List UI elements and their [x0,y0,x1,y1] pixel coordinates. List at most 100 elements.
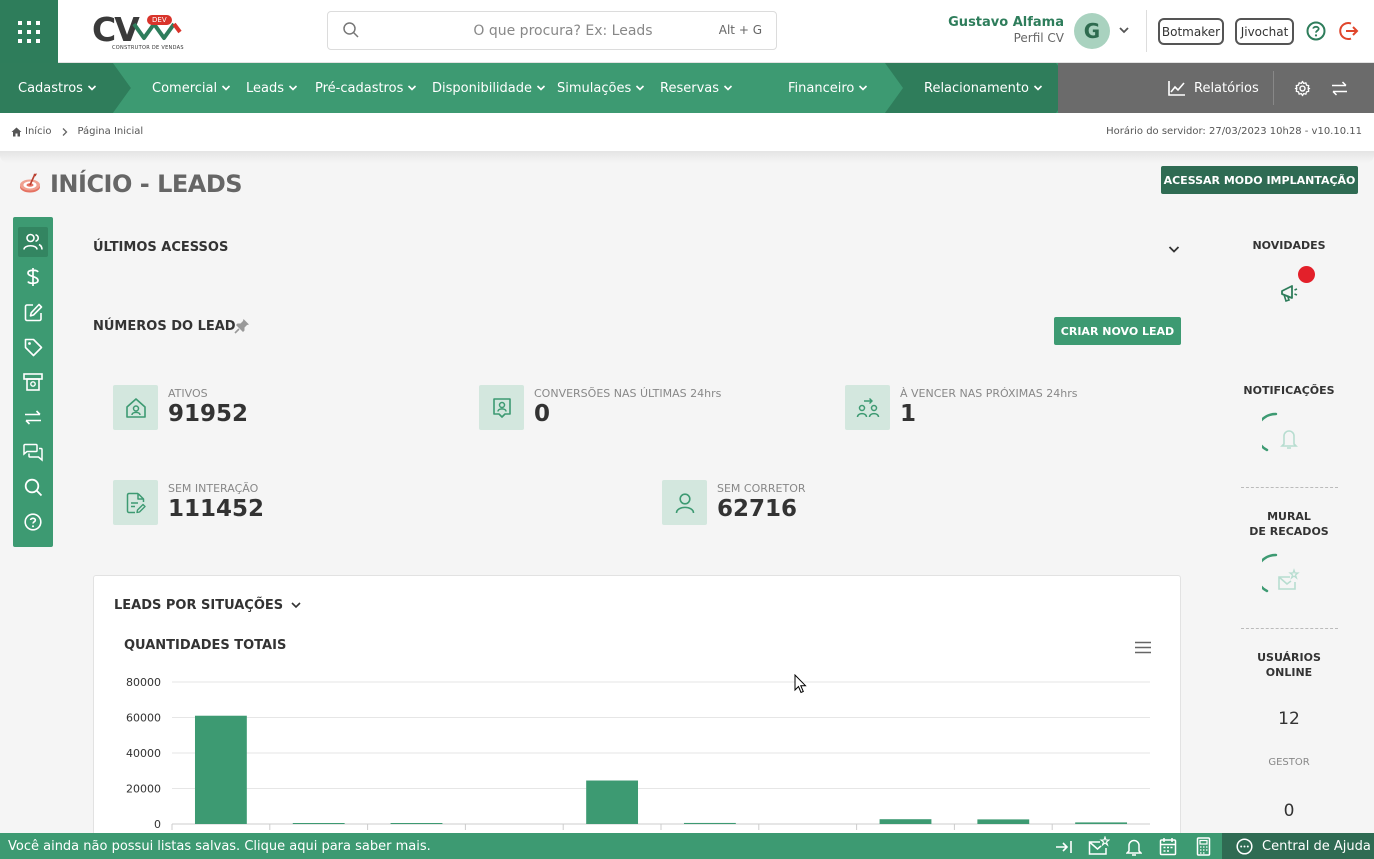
sidebar-help[interactable] [18,507,48,537]
nav-reservas[interactable]: Reservas [660,63,733,113]
nav-relatorios[interactable]: Relatórios [1168,63,1259,113]
stat-icon-box [662,480,707,525]
nav-simulacoes[interactable]: Simulações [557,63,645,113]
chart-bar[interactable] [390,823,443,824]
gear-icon[interactable] [1294,80,1311,97]
apps-grid-button[interactable] [0,0,58,63]
home-icon[interactable] [11,127,22,137]
sidebar-search[interactable] [18,472,48,502]
megaphone-icon[interactable] [1280,283,1300,303]
user-badge-icon [492,397,511,418]
stat-label: SEM CORRETOR [717,482,806,495]
main-nav: Cadastros Comercial Leads Pré-cadastros … [0,63,1374,113]
gestor-count: 0 [1283,801,1295,821]
chevron-down-icon[interactable] [1168,245,1180,254]
chart-bar[interactable] [1075,822,1128,824]
dev-badge: DEV [147,15,172,25]
nav-financeiro[interactable]: Financeiro [788,63,868,113]
news-title: NOVIDADES [1252,239,1326,252]
search-input[interactable] [368,20,698,42]
chevron-down-icon [408,85,417,91]
avatar[interactable]: G [1074,13,1110,49]
chevron-down-icon [291,602,301,609]
nav-cadastros[interactable]: Cadastros [18,63,97,113]
divider [1146,10,1147,52]
user-icon [675,492,694,513]
chevron-down-icon [536,85,546,91]
stat-value: 1 [900,401,917,427]
chevron-down-icon [723,85,733,91]
server-time: Horário do servidor: 27/03/2023 10h28 - … [1106,126,1362,137]
arrow-to-right-icon[interactable] [1055,840,1073,854]
top-header: CV DEV CONSTRUTOR DE VENDAS Alt + G Gust… [0,0,1374,63]
chart-bar[interactable] [977,819,1030,824]
breadcrumb-bar: Início Página Inicial Horário do servido… [0,113,1374,151]
y-tick-label: 40000 [126,747,161,760]
chevron-down-icon[interactable] [1118,25,1130,35]
jivochat-button[interactable]: Jivochat [1235,18,1294,45]
document-edit-icon [126,492,146,513]
stat-icon-box [113,385,158,430]
chart-bar[interactable] [292,823,345,824]
nav-relacionamento[interactable]: Relacionamento [924,63,1043,113]
chevron-down-icon [636,85,645,91]
logout-icon[interactable] [1338,20,1360,42]
help-icon[interactable] [1306,21,1326,41]
nav-pre-cadastros[interactable]: Pré-cadastros [315,63,417,113]
help-center-button[interactable]: Central de Ajuda [1222,833,1374,859]
stat-value: 111452 [168,496,265,522]
lead-numbers-title: NÚMEROS DO LEAD [93,319,236,334]
breadcrumb-home[interactable]: Início [25,126,51,137]
search-icon [24,478,42,496]
chart-bar[interactable] [194,715,247,824]
logo-text: CV [92,10,140,49]
bell-icon[interactable] [1126,838,1142,856]
chat-icon [23,443,43,462]
nav-comercial[interactable]: Comercial [152,63,231,113]
divider [1273,71,1274,105]
bottom-bar: Você ainda não possui listas salvas. Cli… [0,833,1374,859]
stat-icon-box [113,480,158,525]
target-icon [20,173,40,193]
chart-bar[interactable] [586,780,639,824]
sidebar-transfer[interactable] [18,402,48,432]
mail-star-icon[interactable] [1088,836,1110,856]
sidebar-financeiro[interactable] [18,262,48,292]
stat-value: 62716 [717,496,798,522]
chart-menu-icon[interactable] [1134,641,1152,654]
sidebar-chat[interactable] [18,437,48,467]
y-tick-label: 80000 [126,676,161,689]
sidebar-leads[interactable] [18,227,48,257]
sidebar-edit[interactable] [18,297,48,327]
stat-label: CONVERSÕES NAS ÚLTIMAS 24hrs [534,387,722,400]
create-lead-button[interactable]: CRIAR NOVO LEAD [1054,317,1181,345]
user-info[interactable]: Gustavo Alfama Perfil CV [948,15,1064,45]
calculator-icon[interactable] [1196,837,1211,856]
chart-bar[interactable] [683,822,736,824]
chart-section-header[interactable]: LEADS POR SITUAÇÕES [114,598,302,613]
y-tick-label: 0 [154,818,161,831]
global-search[interactable]: Alt + G [327,11,777,50]
sidebar-atm[interactable] [18,367,48,397]
nav-disponibilidade[interactable]: Disponibilidade [432,63,546,113]
pin-icon[interactable] [234,318,250,334]
stat-sem-corretor: SEM CORRETOR 62716 [662,480,962,528]
chevron-down-icon [859,85,868,91]
mural-title: MURAL DE RECADOS [1249,510,1329,538]
users-exchange-icon [856,397,879,417]
chat-bubble-icon [1236,838,1253,855]
saved-lists-message[interactable]: Você ainda não possui listas salvas. Cli… [8,839,431,854]
leads-chart-card: LEADS POR SITUAÇÕES QUANTIDADES TOTAIS 8… [93,575,1181,845]
cv-logo[interactable]: CV DEV CONSTRUTOR DE VENDAS [92,10,184,52]
user-role: Perfil CV [1013,31,1064,45]
chart-bar[interactable] [879,819,932,824]
search-shortcut: Alt + G [718,23,762,37]
divider [1241,628,1338,629]
botmaker-button[interactable]: Botmaker [1158,18,1224,45]
calendar-icon[interactable] [1159,837,1177,856]
sidebar-tags[interactable] [18,332,48,362]
chevron-down-icon [1033,85,1042,91]
implant-mode-button[interactable]: ACESSAR MODO IMPLANTAÇÃO [1161,166,1358,194]
nav-leads[interactable]: Leads [246,63,298,113]
swap-icon[interactable] [1331,81,1348,96]
